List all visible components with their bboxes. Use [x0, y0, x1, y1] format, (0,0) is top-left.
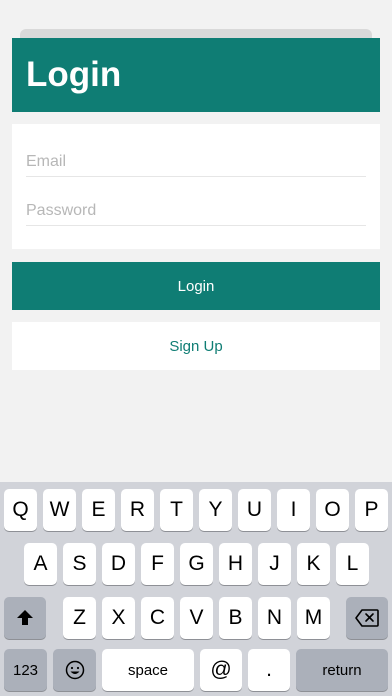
key-j[interactable]: J: [258, 543, 291, 585]
backspace-key[interactable]: [346, 597, 388, 639]
shift-key[interactable]: [4, 597, 46, 639]
key-c[interactable]: C: [141, 597, 174, 639]
key-x[interactable]: X: [102, 597, 135, 639]
key-h[interactable]: H: [219, 543, 252, 585]
shift-icon: [16, 609, 34, 627]
key-g[interactable]: G: [180, 543, 213, 585]
key-l[interactable]: L: [336, 543, 369, 585]
key-v[interactable]: V: [180, 597, 213, 639]
key-i[interactable]: I: [277, 489, 310, 531]
space-key[interactable]: space: [102, 649, 194, 691]
key-q[interactable]: Q: [4, 489, 37, 531]
return-key[interactable]: return: [296, 649, 388, 691]
email-field-container: [26, 130, 366, 180]
key-a[interactable]: A: [24, 543, 57, 585]
numbers-key[interactable]: 123: [4, 649, 47, 691]
key-k[interactable]: K: [297, 543, 330, 585]
period-key[interactable]: .: [248, 649, 290, 691]
key-w[interactable]: W: [43, 489, 76, 531]
at-key[interactable]: @: [200, 649, 242, 691]
key-d[interactable]: D: [102, 543, 135, 585]
signup-button[interactable]: Sign Up: [12, 322, 380, 370]
login-button[interactable]: Login: [12, 262, 380, 310]
password-field-container: [26, 179, 366, 229]
key-e[interactable]: E: [82, 489, 115, 531]
key-n[interactable]: N: [258, 597, 291, 639]
password-field[interactable]: [26, 193, 366, 229]
key-m[interactable]: M: [297, 597, 330, 639]
key-f[interactable]: F: [141, 543, 174, 585]
key-u[interactable]: U: [238, 489, 271, 531]
key-t[interactable]: T: [160, 489, 193, 531]
emoji-key[interactable]: [53, 649, 96, 691]
on-screen-keyboard: Q W E R T Y U I O P A S D F G H J K L Z …: [0, 482, 392, 696]
key-r[interactable]: R: [121, 489, 154, 531]
login-form: [12, 124, 380, 249]
key-y[interactable]: Y: [199, 489, 232, 531]
email-field[interactable]: [26, 144, 366, 180]
key-p[interactable]: P: [355, 489, 388, 531]
page-title: Login: [26, 55, 122, 94]
key-z[interactable]: Z: [63, 597, 96, 639]
key-s[interactable]: S: [63, 543, 96, 585]
key-o[interactable]: O: [316, 489, 349, 531]
emoji-icon: [65, 660, 85, 680]
key-b[interactable]: B: [219, 597, 252, 639]
backspace-icon: [355, 609, 379, 627]
login-header: Login: [12, 38, 380, 112]
